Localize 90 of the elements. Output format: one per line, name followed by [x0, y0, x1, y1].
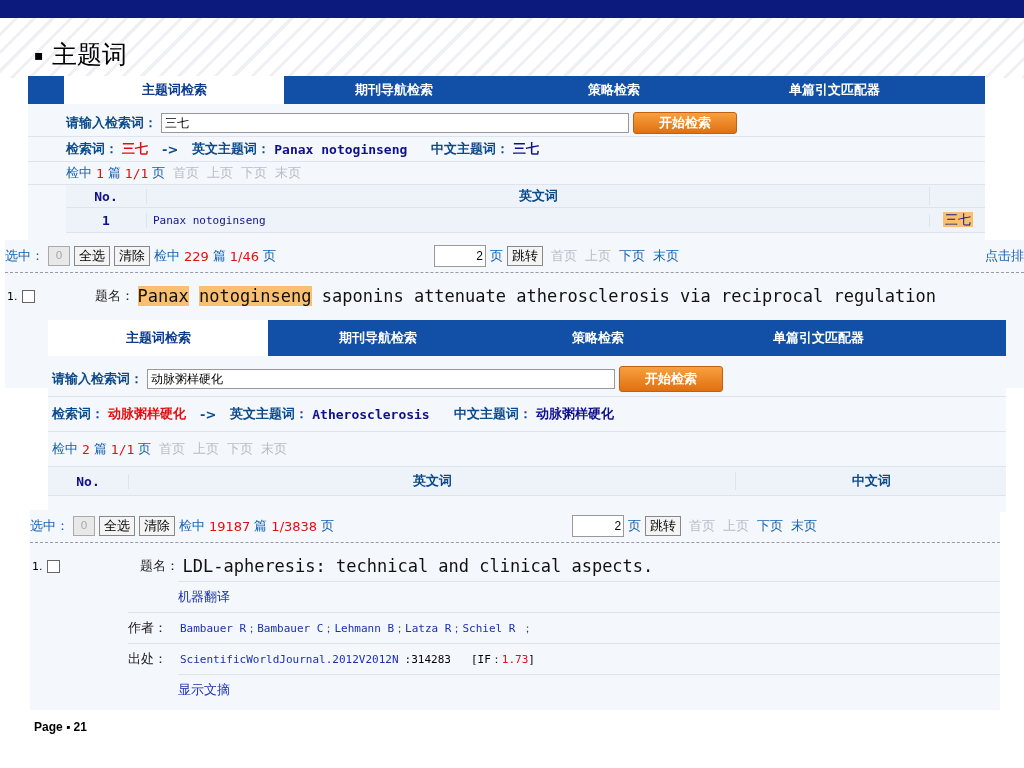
search-label: 请输入检索词：	[66, 114, 157, 132]
title-label: 题名：	[139, 557, 179, 575]
column-header: 中文词	[850, 472, 892, 490]
unit-label: 篇	[107, 164, 121, 182]
toolbar-button[interactable]: 全选	[74, 246, 110, 266]
column-header: No.	[48, 473, 129, 489]
hits-label: 检中	[52, 440, 78, 458]
english-label: 英文主题词：	[230, 405, 309, 423]
sort-link[interactable]: 点击排	[985, 247, 1024, 265]
page-unit: 页	[628, 517, 642, 535]
unit-label: 篇	[93, 440, 107, 458]
english-term: Atherosclerosis	[312, 406, 430, 422]
pager-link[interactable]: 末页	[791, 517, 818, 535]
chinese-term: 三七	[513, 140, 540, 158]
tab[interactable]: 策略检索	[488, 320, 708, 356]
impact-factor: [IF：1.73]	[470, 651, 535, 667]
page-number: Page ▪ 21	[34, 720, 87, 734]
bullet-mark: ▪	[34, 46, 44, 63]
checkbox[interactable]	[46, 559, 60, 573]
selected-label: 选中：	[5, 247, 44, 265]
chinese-label: 中文主题词：	[431, 140, 510, 158]
source-link[interactable]: ScientificWorldJournal.2012V2012N	[180, 652, 399, 666]
tab[interactable]: 策略检索	[504, 76, 724, 104]
item-number: 1.	[32, 559, 43, 573]
search-field[interactable]: 动脉粥样硬化	[147, 369, 615, 389]
hits-label: 检中	[179, 517, 205, 535]
table-cell: Panax notoginseng	[147, 213, 930, 227]
pager-link[interactable]: 下页	[619, 247, 646, 265]
article-title: Panax notoginseng saponins attenuate atherosclerosis via reciprocal regulation	[137, 286, 936, 306]
checkbox[interactable]	[21, 289, 35, 303]
jump-button[interactable]: 跳转	[507, 246, 544, 266]
tab[interactable]: 单篇引文匹配器	[708, 320, 928, 356]
chinese-label: 中文主题词：	[453, 405, 532, 423]
table-cell: 三七	[942, 212, 973, 227]
hit-count: 1	[96, 165, 104, 181]
search-term: 动脉粥样硬化	[108, 405, 186, 423]
author-label: 作者：	[128, 619, 168, 637]
toolbar-button[interactable]: 清除	[139, 516, 175, 536]
column-header: 英文词	[129, 472, 736, 490]
toolbar-button[interactable]: 全选	[99, 516, 135, 536]
hit-count: 19187	[209, 518, 251, 534]
article-title: LDL-apheresis: technical and clinical aspects.	[182, 556, 654, 576]
pager-link[interactable]: 末页	[653, 247, 680, 265]
page-label: 页	[152, 164, 166, 182]
jump-button[interactable]: 跳转	[645, 516, 682, 536]
page-field[interactable]: 2	[572, 515, 625, 537]
item-number: 1.	[7, 289, 18, 303]
column-header: 英文词	[147, 187, 930, 205]
tab[interactable]: 主题词检索	[48, 320, 268, 356]
selected-label: 选中：	[30, 517, 69, 535]
toolbar-button[interactable]: 清除	[114, 246, 150, 266]
translate-link[interactable]: 机器翻译	[178, 588, 230, 606]
english-label: 英文主题词：	[192, 140, 271, 158]
search-field[interactable]: 三七	[161, 113, 629, 133]
page-count: 1/3838	[271, 518, 318, 534]
page-label: 页	[321, 517, 335, 535]
slide-title: 主题词	[51, 39, 127, 71]
search-label: 请输入检索词：	[52, 370, 143, 388]
hit-count: 229	[184, 248, 209, 264]
unit-label: 篇	[254, 517, 268, 535]
hits-label: 检中	[66, 164, 92, 182]
source-label: 出处：	[128, 650, 168, 668]
page-label: 页	[138, 440, 152, 458]
arrow-text: ->	[162, 141, 179, 157]
authors-link[interactable]: Bambauer R；Bambauer C；Lehmann B；Latza R；Schiel R ；	[180, 620, 533, 636]
page-count: 1/1	[110, 441, 135, 457]
column-header: No.	[66, 188, 147, 204]
arrow-text: ->	[200, 406, 217, 422]
title-label: 题名：	[94, 287, 134, 305]
pager-link[interactable]: 下页	[757, 517, 784, 535]
page-field[interactable]: 2	[434, 245, 487, 267]
source-page: :314283	[404, 652, 451, 666]
page-unit: 页	[490, 247, 504, 265]
table-cell: 1	[66, 212, 147, 228]
tab[interactable]: 期刊导航检索	[284, 76, 504, 104]
tab[interactable]: 期刊导航检索	[268, 320, 488, 356]
page-label: 页	[263, 247, 277, 265]
english-term: Panax notoginseng	[274, 141, 408, 157]
term-label: 检索词：	[66, 140, 118, 158]
page-count: 1/1	[124, 165, 149, 181]
abstract-link[interactable]: 显示文摘	[178, 681, 230, 699]
page-count: 1/46	[229, 248, 260, 264]
term-label: 检索词：	[52, 405, 104, 423]
search-term: 三七	[122, 140, 148, 158]
tab[interactable]: 单篇引文匹配器	[724, 76, 944, 104]
hits-label: 检中	[154, 247, 180, 265]
chinese-term: 动脉粥样硬化	[535, 405, 614, 423]
tab[interactable]: 主题词检索	[64, 76, 284, 104]
hit-count: 2	[82, 441, 90, 457]
unit-label: 篇	[212, 247, 226, 265]
